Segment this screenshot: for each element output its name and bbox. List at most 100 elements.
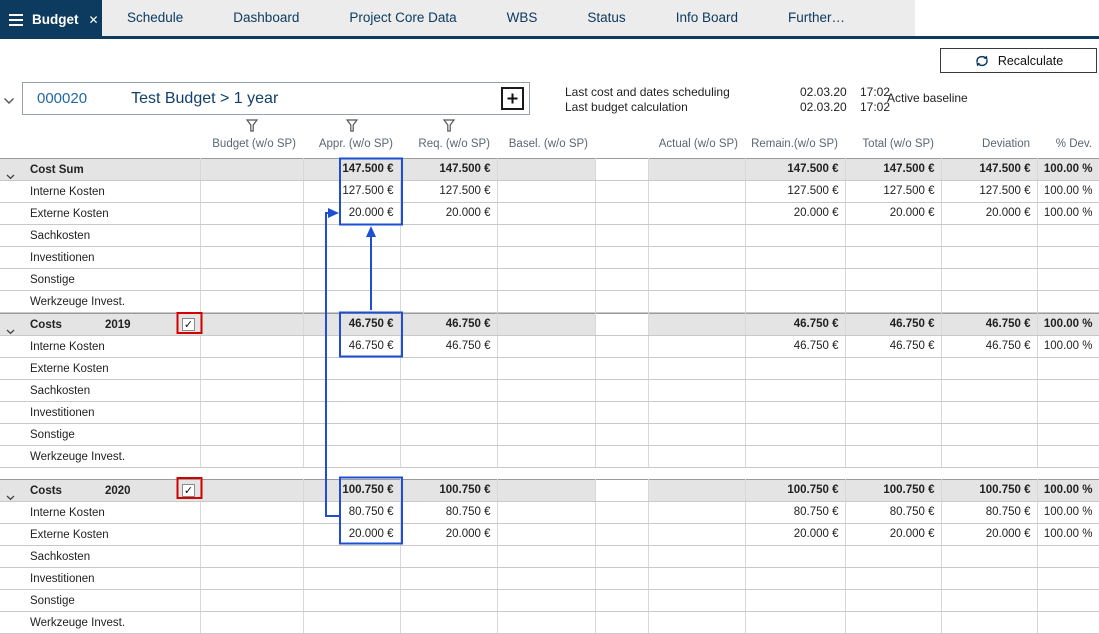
table-row[interactable]: Sachkosten (0, 546, 1099, 568)
value-cell[interactable] (648, 502, 745, 524)
value-cell[interactable] (400, 380, 497, 402)
table-row[interactable]: Interne Kosten80.750 €80.750 €80.750 €80… (0, 502, 1099, 524)
value-cell[interactable]: 46.750 € (745, 336, 845, 358)
value-cell[interactable] (303, 612, 400, 634)
value-cell[interactable]: 100.00 % (1037, 480, 1099, 502)
value-cell[interactable]: 46.750 € (941, 314, 1037, 336)
table-row[interactable]: Sachkosten (0, 380, 1099, 402)
group-header-row[interactable]: Costs2019✓46.750 €46.750 €46.750 €46.750… (0, 314, 1099, 336)
value-cell[interactable] (497, 291, 595, 313)
value-cell[interactable]: 147.500 € (845, 159, 941, 181)
value-cell[interactable] (648, 590, 745, 612)
value-cell[interactable]: 127.500 € (941, 181, 1037, 203)
value-cell[interactable]: 100.00 % (1037, 524, 1099, 546)
value-cell[interactable] (845, 546, 941, 568)
value-cell[interactable] (400, 247, 497, 269)
value-cell[interactable]: 100.750 € (400, 480, 497, 502)
value-cell[interactable]: 20.000 € (745, 524, 845, 546)
value-cell[interactable] (497, 424, 595, 446)
value-cell[interactable] (400, 291, 497, 313)
group-header-row[interactable]: Cost Sum147.500 €147.500 €147.500 €147.5… (0, 159, 1099, 181)
filter-funnel-icon[interactable] (443, 119, 455, 132)
value-cell[interactable] (648, 424, 745, 446)
value-cell[interactable] (648, 225, 745, 247)
table-row[interactable]: Investitionen (0, 402, 1099, 424)
value-cell[interactable]: 147.500 € (941, 159, 1037, 181)
value-cell[interactable]: 80.750 € (941, 502, 1037, 524)
value-cell[interactable] (845, 590, 941, 612)
value-cell[interactable] (497, 380, 595, 402)
table-row[interactable]: Investitionen (0, 568, 1099, 590)
value-cell[interactable]: 100.750 € (941, 480, 1037, 502)
value-cell[interactable] (303, 247, 400, 269)
value-cell[interactable] (497, 590, 595, 612)
value-cell[interactable] (648, 336, 745, 358)
value-cell[interactable] (941, 247, 1037, 269)
value-cell[interactable] (497, 502, 595, 524)
value-cell[interactable] (941, 402, 1037, 424)
value-cell[interactable]: 100.00 % (1037, 314, 1099, 336)
value-cell[interactable] (200, 291, 303, 313)
value-cell[interactable]: 100.00 % (1037, 336, 1099, 358)
value-cell[interactable] (845, 269, 941, 291)
value-cell[interactable] (303, 424, 400, 446)
table-row[interactable]: Sonstige (0, 269, 1099, 291)
value-cell[interactable] (845, 568, 941, 590)
value-cell[interactable] (648, 402, 745, 424)
value-cell[interactable]: 20.000 € (845, 203, 941, 225)
value-cell[interactable]: 80.750 € (745, 502, 845, 524)
value-cell[interactable]: 20.000 € (845, 524, 941, 546)
value-cell[interactable] (200, 269, 303, 291)
value-cell[interactable] (497, 336, 595, 358)
value-cell[interactable] (200, 402, 303, 424)
table-row[interactable]: Externe Kosten20.000 €20.000 €20.000 €20… (0, 203, 1099, 225)
value-cell[interactable] (745, 380, 845, 402)
value-cell[interactable] (303, 225, 400, 247)
table-row[interactable]: Werkzeuge Invest. (0, 291, 1099, 313)
value-cell[interactable] (497, 314, 595, 336)
value-cell[interactable] (303, 402, 400, 424)
value-cell[interactable]: 127.500 € (303, 181, 400, 203)
value-cell[interactable]: 147.500 € (303, 159, 400, 181)
value-cell[interactable]: 46.750 € (845, 314, 941, 336)
value-cell[interactable] (941, 380, 1037, 402)
value-cell[interactable] (941, 612, 1037, 634)
value-cell[interactable] (845, 402, 941, 424)
value-cell[interactable] (303, 269, 400, 291)
value-cell[interactable] (200, 568, 303, 590)
value-cell[interactable] (941, 358, 1037, 380)
tab-project-core-data[interactable]: Project Core Data (324, 0, 481, 36)
project-id[interactable]: 000020 (37, 90, 87, 107)
value-cell[interactable] (497, 524, 595, 546)
value-cell[interactable] (200, 612, 303, 634)
value-cell[interactable] (200, 159, 303, 181)
table-row[interactable]: Investitionen (0, 247, 1099, 269)
tab-dashboard[interactable]: Dashboard (208, 0, 324, 36)
value-cell[interactable]: 46.750 € (941, 336, 1037, 358)
value-cell[interactable] (303, 568, 400, 590)
value-cell[interactable] (400, 269, 497, 291)
value-cell[interactable] (648, 181, 745, 203)
value-cell[interactable] (200, 358, 303, 380)
value-cell[interactable] (400, 225, 497, 247)
value-cell[interactable] (845, 424, 941, 446)
value-cell[interactable]: 20.000 € (941, 203, 1037, 225)
value-cell[interactable] (648, 247, 745, 269)
group-checkbox[interactable]: ✓ (182, 318, 195, 331)
value-cell[interactable] (497, 568, 595, 590)
value-cell[interactable]: 100.750 € (745, 480, 845, 502)
value-cell[interactable]: 20.000 € (745, 203, 845, 225)
value-cell[interactable] (1037, 546, 1099, 568)
value-cell[interactable] (303, 446, 400, 468)
value-cell[interactable] (1037, 568, 1099, 590)
menu-icon[interactable] (9, 14, 23, 26)
value-cell[interactable] (745, 424, 845, 446)
value-cell[interactable]: 46.750 € (303, 314, 400, 336)
value-cell[interactable] (400, 568, 497, 590)
value-cell[interactable] (497, 269, 595, 291)
value-cell[interactable] (745, 402, 845, 424)
value-cell[interactable] (941, 291, 1037, 313)
value-cell[interactable]: 127.500 € (745, 181, 845, 203)
value-cell[interactable] (200, 546, 303, 568)
value-cell[interactable] (845, 247, 941, 269)
